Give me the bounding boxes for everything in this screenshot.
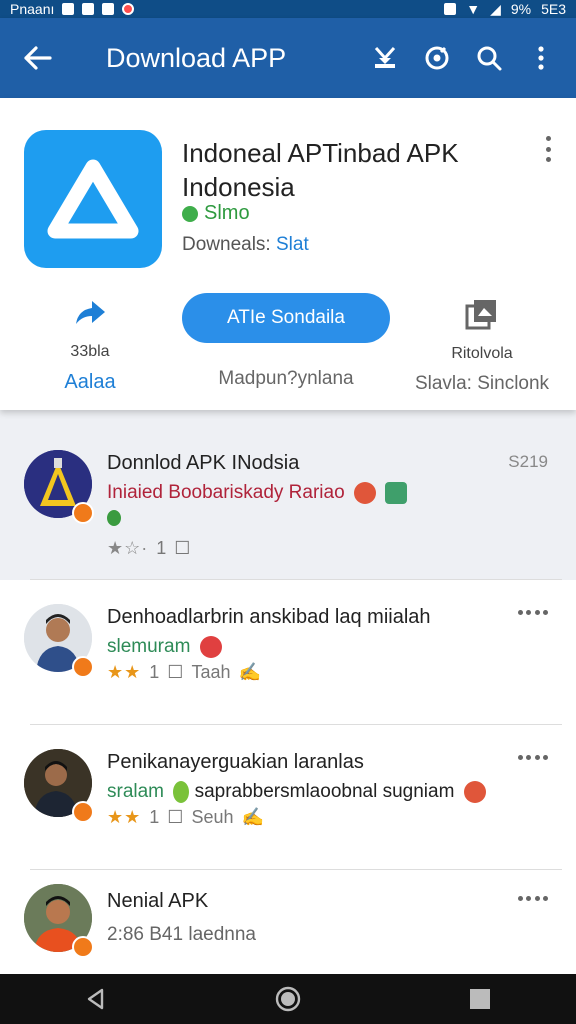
item-meta: ★★ 1 ☐ Taah ✍ <box>107 662 261 683</box>
status-bar: Pnaanı ▼ ◢ 9% 5E3 <box>0 0 576 18</box>
downloads-label: Downeals: <box>182 234 271 255</box>
notification-icon <box>62 3 75 15</box>
verified-icon <box>182 205 198 222</box>
item-date: S219 <box>508 452 548 471</box>
app-bar: Download APP <box>0 18 576 98</box>
status-badge <box>72 656 94 678</box>
emoji-icon <box>199 636 222 658</box>
item-time: Taah <box>191 662 231 682</box>
carrier-label: Pnaanı <box>10 1 55 17</box>
similar-count: Ritolvola <box>451 345 513 362</box>
downloads-value: Slat <box>276 234 309 255</box>
list-item[interactable]: Denhoadlarbrin anskibad laq miialah slem… <box>0 580 576 725</box>
back-arrow-icon[interactable] <box>18 38 58 78</box>
install-caption: Madpun?ynlana <box>218 368 354 389</box>
more-vert-icon[interactable] <box>542 136 554 162</box>
developer[interactable]: Slmo <box>182 202 250 225</box>
item-subtitle: 2:86 B41 laednna <box>107 924 527 946</box>
app-icon <box>24 130 162 268</box>
item-title: Nenial APK <box>107 890 209 912</box>
list-item[interactable]: Donnlod APK INodsia S219 Iniaied Boobari… <box>0 426 576 580</box>
list-item[interactable]: Penikanayerguakian laranlas sralam sapra… <box>0 725 576 870</box>
item-subtitle-text-2: saprabbersmlaoobnal sugniam <box>194 781 455 803</box>
share-button[interactable]: 33bla Aalaa <box>48 298 132 394</box>
rating-stars: ★★ <box>107 807 142 827</box>
item-title: Donnlod APK INodsia <box>107 452 300 474</box>
status-badge <box>72 502 94 524</box>
app-detail-card: Indoneal APTinbad APK Indonesia Slmo Dow… <box>0 98 576 410</box>
leaf-icon <box>107 510 121 526</box>
share-icon <box>76 301 105 324</box>
item-subtitle-text: 2:86 B41 laednna <box>107 924 256 945</box>
status-badge <box>72 801 94 823</box>
clock: 5E3 <box>541 1 566 17</box>
item-meta: ★☆· 1 ☐ <box>107 538 190 559</box>
item-count: 1 <box>156 538 167 558</box>
item-time: Seuh <box>191 807 234 827</box>
share-label: Aalaa <box>64 371 116 393</box>
bookmark-icon[interactable] <box>368 41 402 75</box>
app-list: Donnlod APK INodsia S219 Iniaied Boobari… <box>0 426 576 974</box>
similar-apps-button[interactable]: Ritolvola Slavla: Sinclonk <box>412 298 552 395</box>
item-subtitle: slemuram <box>107 636 527 658</box>
rating-stars: ★☆· <box>107 538 149 558</box>
share-count: 33bla <box>70 343 110 360</box>
item-subtitle: Iniaied Boobariskady Rariao <box>107 482 527 504</box>
nav-back-icon[interactable] <box>76 979 116 1019</box>
similar-label: Slavla: Sinclonk <box>414 373 550 394</box>
more-horiz-icon[interactable] <box>518 610 548 616</box>
box-icon: ☐ <box>174 538 191 558</box>
item-subtitle-text: slemuram <box>107 636 191 658</box>
battery-percent: 9% <box>510 1 532 17</box>
item-subtitle-text: sralam <box>107 781 165 803</box>
screen: Pnaanı ▼ ◢ 9% 5E3 Download APP Indoneal … <box>0 0 576 1024</box>
page-title: Download APP <box>106 42 287 73</box>
nav-recents-icon[interactable] <box>460 979 500 1019</box>
notification-icon <box>122 3 135 15</box>
system-nav-bar <box>0 974 576 1024</box>
signal-icon: ◢ <box>490 0 501 17</box>
wifi-icon: ▼ <box>466 1 481 17</box>
notification-icon <box>102 3 115 15</box>
emoji-icon <box>353 482 376 504</box>
emoji-icon <box>463 781 486 803</box>
list-item[interactable]: Nenial APK 2:86 B41 laednna <box>0 870 576 974</box>
status-badge <box>72 936 94 958</box>
more-vert-icon[interactable] <box>524 41 558 75</box>
nav-home-icon[interactable] <box>268 979 308 1019</box>
box-icon: ☐ <box>167 662 184 682</box>
emoji-icon <box>385 482 408 504</box>
item-meta: ★★ 1 ☐ Seuh ✍ <box>107 807 264 828</box>
downloads-info: Downeals: Slat <box>182 234 309 256</box>
pin-icon: ✍ <box>238 662 261 682</box>
gallery-icon <box>465 300 496 330</box>
compass-icon[interactable] <box>420 41 454 75</box>
item-subtitle: sralam saprabbersmlaoobnal sugniam <box>107 781 527 803</box>
more-horiz-icon[interactable] <box>518 896 548 902</box>
item-subtitle-text: Iniaied Boobariskady Rariao <box>107 482 345 504</box>
alarm-icon <box>444 3 457 15</box>
box-icon: ☐ <box>167 807 184 827</box>
item-title: Penikanayerguakian laranlas <box>107 751 364 773</box>
item-title: Denhoadlarbrin anskibad laq miialah <box>107 606 431 628</box>
install-button[interactable]: ATIe Sondaila <box>182 293 390 343</box>
notification-icon <box>82 3 95 15</box>
item-count: 1 <box>149 662 160 682</box>
app-name: Indoneal APTinbad APK Indonesia <box>182 138 459 202</box>
search-icon[interactable] <box>472 41 506 75</box>
developer-name: Slmo <box>204 202 250 224</box>
emoji-icon <box>173 781 190 803</box>
item-count: 1 <box>149 807 160 827</box>
more-horiz-icon[interactable] <box>518 755 548 761</box>
rating-stars: ★★ <box>107 662 142 682</box>
pin-icon: ✍ <box>241 807 264 827</box>
